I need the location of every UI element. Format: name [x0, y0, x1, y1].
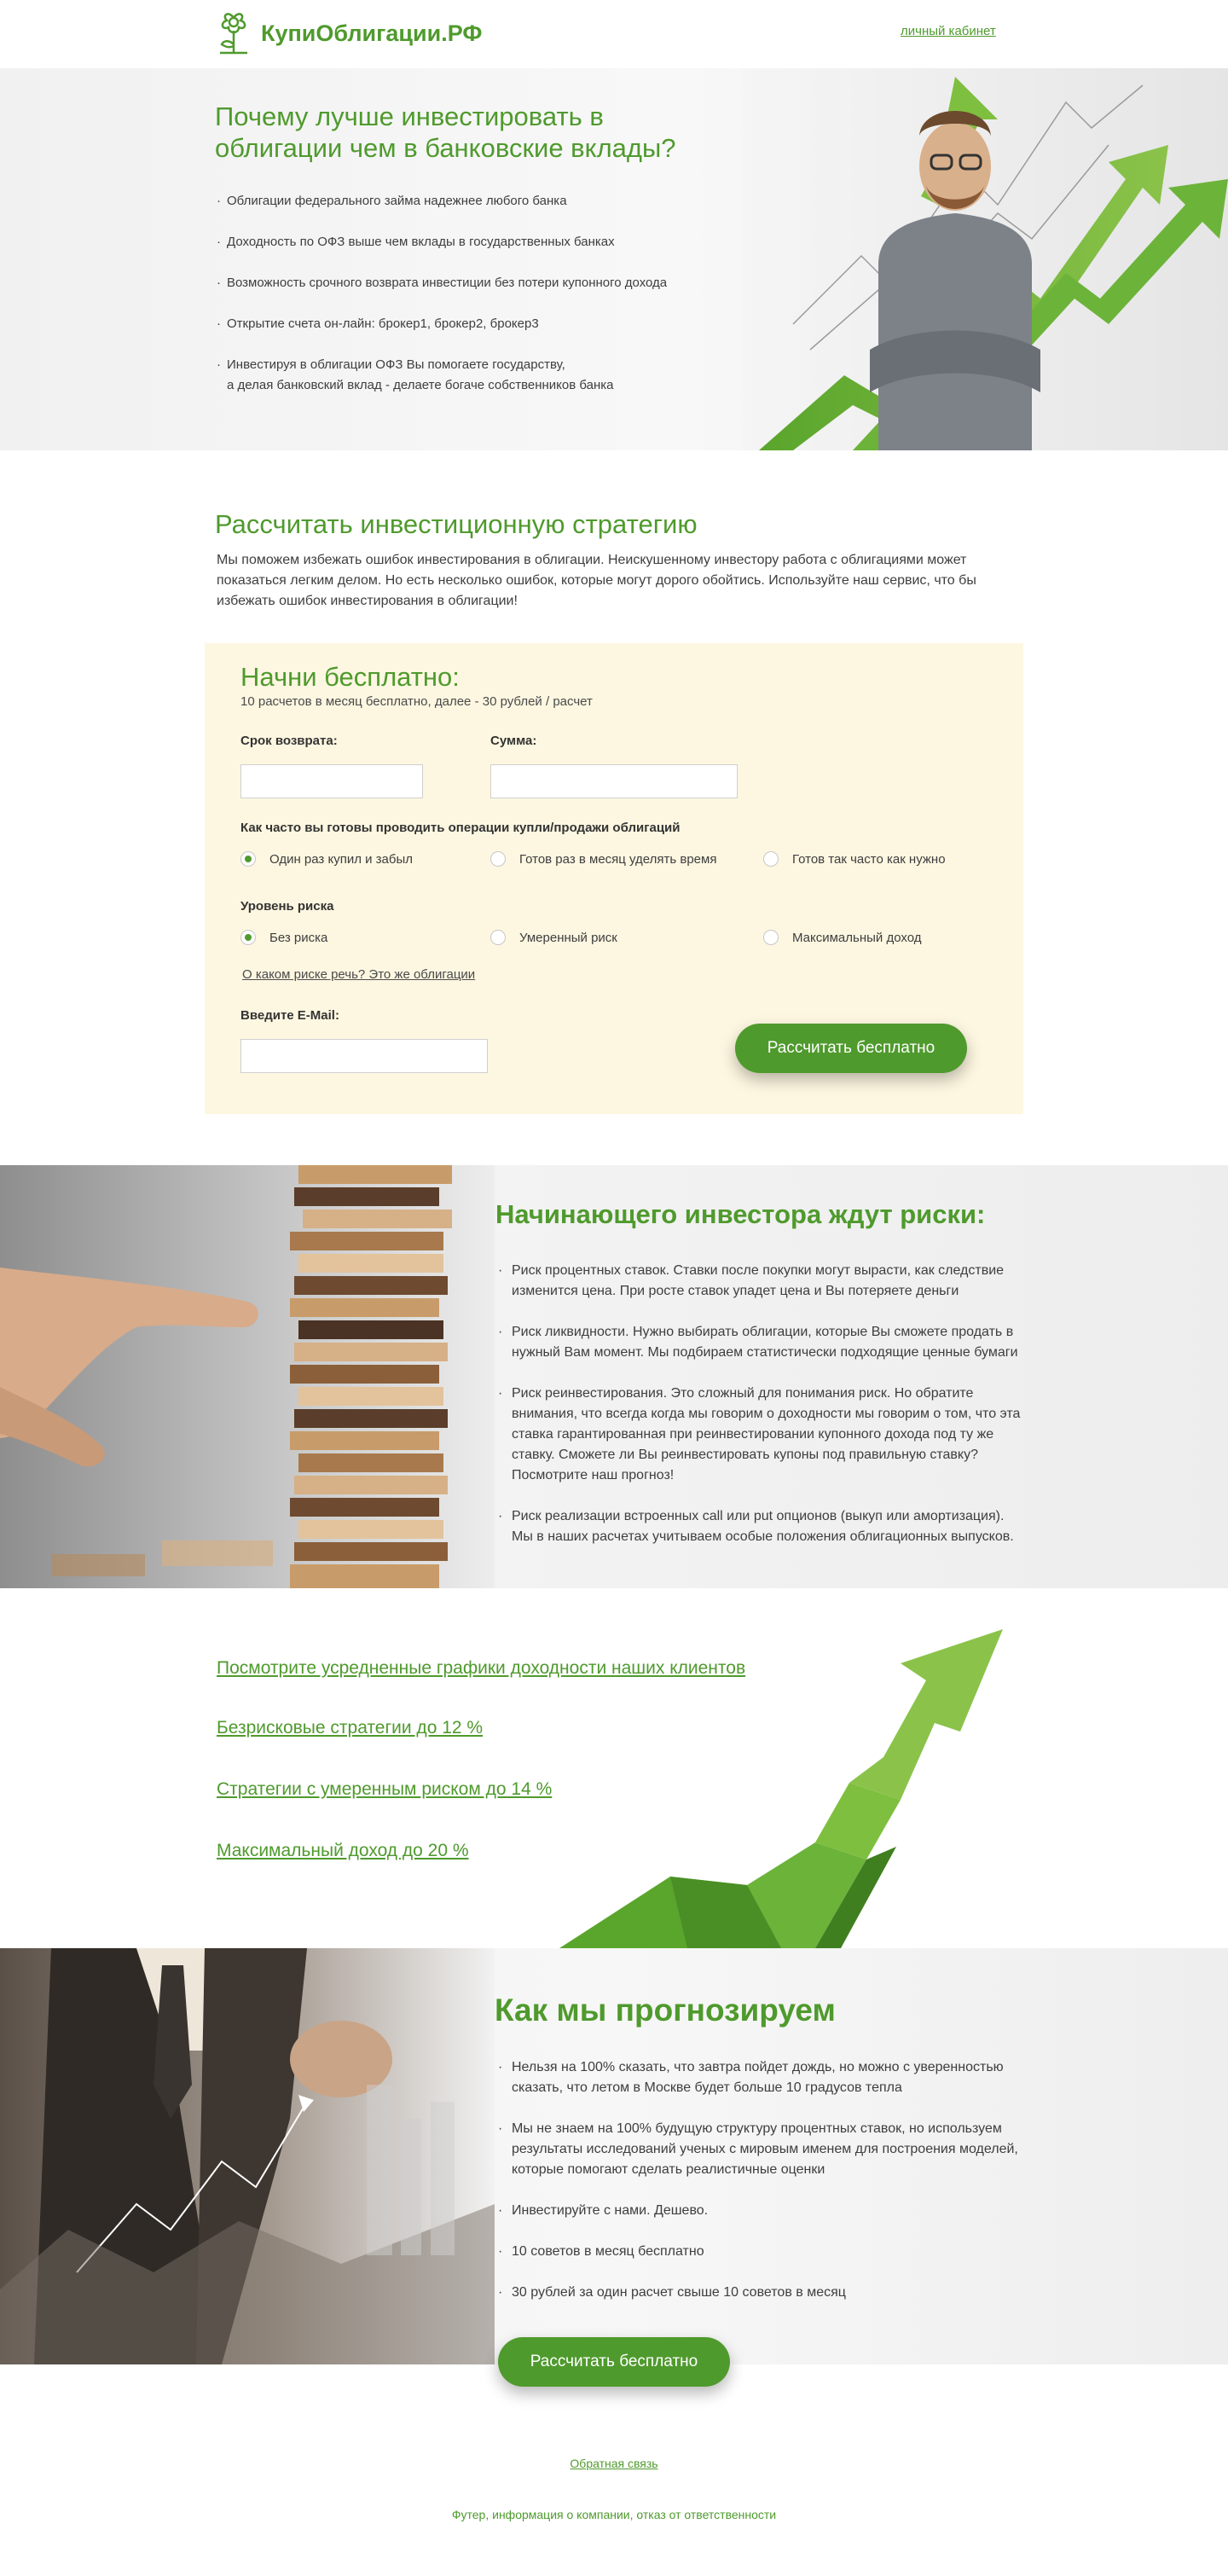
list-item: 10 советов в месяц бесплатно: [498, 2242, 1027, 2262]
radio-label: Умеренный риск: [519, 930, 617, 945]
frequency-option-often[interactable]: Готов так часто как нужно: [763, 851, 946, 867]
feedback-link[interactable]: Обратная связь: [570, 2457, 657, 2470]
email-label: Введите E-Mail:: [240, 1008, 339, 1023]
list-item: Инвестируя в облигации ОФЗ Вы помогаете …: [217, 355, 745, 396]
list-item: Облигации федерального займа надежнее лю…: [217, 191, 745, 212]
risk-option-none[interactable]: Без риска: [240, 930, 327, 945]
flower-logo-icon: [220, 13, 247, 55]
businessman-drawing-chart-image: [0, 1948, 495, 2364]
calculation-form: Начни бесплатно: 10 расчетов в месяц бес…: [205, 643, 1023, 1114]
email-field[interactable]: [240, 1039, 488, 1073]
list-item: Мы не знаем на 100% будущую структуру пр…: [498, 2119, 1027, 2180]
risks-section: Начинающего инвестора ждут риски: Риск п…: [0, 1165, 1228, 1588]
radio-label: Готов так часто как нужно: [792, 851, 946, 867]
frequency-label: Как часто вы готовы проводить операции к…: [240, 821, 681, 835]
radio-label: Без риска: [269, 930, 328, 945]
green-arrow-up-icon: [559, 1629, 1003, 1948]
sum-label: Сумма:: [490, 734, 537, 748]
calculate-free-button[interactable]: Рассчитать бесплатно: [735, 1024, 967, 1073]
form-title: Начни бесплатно:: [240, 662, 460, 692]
radio-icon[interactable]: [763, 930, 779, 945]
forecast-section: Как мы прогнозируем Нельзя на 100% сказа…: [0, 1948, 1228, 2387]
list-item: Открытие счета он-лайн: брокер1, брокер2…: [217, 314, 745, 334]
risk-info-link[interactable]: О каком риске речь? Это же облигации: [242, 967, 475, 982]
hero-title: Почему лучше инвестировать в облигации ч…: [215, 102, 676, 163]
hero-section: Почему лучше инвестировать в облигации ч…: [0, 68, 1228, 450]
hero-benefits-list: Облигации федерального займа надежнее лю…: [217, 191, 745, 416]
risks-list: Риск процентных ставок. Ставки после пок…: [498, 1261, 1027, 1568]
radio-label: Готов раз в месяц уделять время: [519, 851, 717, 867]
list-item: Риск ликвидности. Нужно выбирать облигац…: [498, 1322, 1027, 1363]
risk-option-moderate[interactable]: Умеренный риск: [490, 930, 617, 945]
forecast-list: Нельзя на 100% сказать, что завтра пойде…: [498, 2057, 1027, 2324]
radio-selected-icon[interactable]: [240, 851, 256, 867]
list-item: Риск процентных ставок. Ставки после пок…: [498, 1261, 1027, 1302]
risks-title: Начинающего инвестора ждут риски:: [495, 1199, 986, 1229]
moderate-risk-link[interactable]: Стратегии с умеренным риском до 14 %: [217, 1779, 552, 1800]
risk-option-max[interactable]: Максимальный доход: [763, 930, 921, 945]
frequency-option-monthly[interactable]: Готов раз в месяц уделять время: [490, 851, 716, 867]
term-input[interactable]: [240, 764, 423, 798]
jenga-tower-hand-image: [0, 1165, 495, 1588]
strategy-description: Мы поможем избежать ошибок инвестировани…: [217, 553, 976, 608]
site-header: КупиОблигации.РФ личный кабинет: [0, 0, 1228, 68]
radio-selected-icon[interactable]: [240, 930, 256, 945]
footer-info: Футер, информация о компании, отказ от о…: [451, 2508, 777, 2521]
feedback-row: Обратная связь: [0, 2457, 1228, 2470]
term-label: Срок возврата:: [240, 734, 338, 748]
max-income-link[interactable]: Максимальный доход до 20 %: [217, 1841, 469, 1861]
list-item: 30 рублей за один расчет свыше 10 совето…: [498, 2283, 1027, 2303]
strategy-title: Рассчитать инвестиционную стратегию: [215, 509, 698, 539]
list-item: Доходность по ОФЗ выше чем вклады в госу…: [217, 232, 745, 252]
list-item: Инвестируйте с нами. Дешево.: [498, 2201, 1027, 2221]
radio-label: Один раз купил и забыл: [269, 851, 414, 867]
businessman-with-arrows-image: [742, 68, 1228, 450]
radio-icon[interactable]: [490, 930, 506, 945]
strategy-links-section: Посмотрите усредненные графики доходност…: [0, 1588, 1228, 1948]
personal-cabinet-link[interactable]: личный кабинет: [901, 24, 996, 38]
radio-icon[interactable]: [763, 851, 779, 867]
radio-label: Максимальный доход: [792, 930, 922, 945]
list-item: Возможность срочного возврата инвестиции…: [217, 273, 745, 293]
radio-icon[interactable]: [490, 851, 506, 867]
list-item: Риск реинвестирования. Это сложный для п…: [498, 1384, 1027, 1486]
form-subtitle: 10 расчетов в месяц бесплатно, далее - 3…: [240, 694, 593, 709]
forecast-title: Как мы прогнозируем: [495, 1993, 836, 2028]
list-item: Риск реализации встроенных call или put …: [498, 1506, 1027, 1547]
logo-text: КупиОблигации.РФ: [261, 20, 483, 46]
list-item: Нельзя на 100% сказать, что завтра пойде…: [498, 2057, 1027, 2098]
sum-input[interactable]: [490, 764, 738, 798]
riskless-strategies-link[interactable]: Безрисковые стратегии до 12 %: [217, 1718, 483, 1738]
forecast-calculate-button[interactable]: Рассчитать бесплатно: [498, 2337, 730, 2387]
risk-level-label: Уровень риска: [240, 899, 334, 914]
logo[interactable]: КупиОблигации.РФ: [217, 10, 482, 56]
frequency-option-once[interactable]: Один раз купил и забыл: [240, 851, 413, 867]
